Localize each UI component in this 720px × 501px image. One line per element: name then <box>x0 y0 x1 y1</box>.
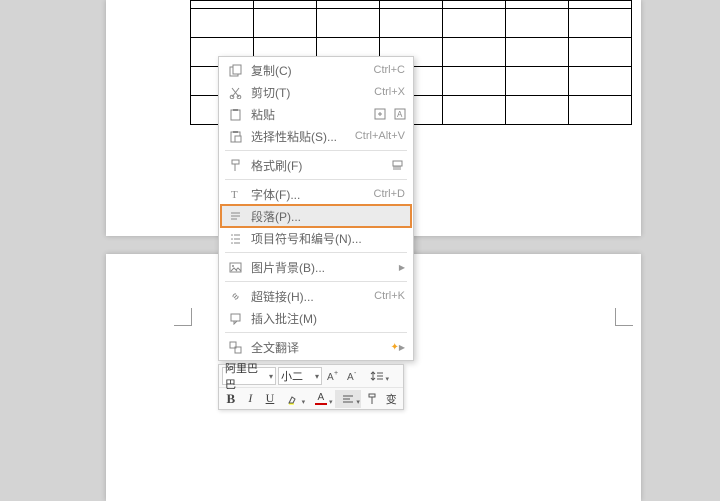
comment-icon <box>227 310 243 326</box>
menu-full-translate[interactable]: 全文翻译 ✦ ▶ <box>221 336 411 358</box>
paragraph-icon <box>227 208 243 224</box>
list-icon <box>227 230 243 246</box>
format-painter-brush-icon <box>389 157 405 173</box>
link-icon <box>227 288 243 304</box>
context-menu: 复制(C) Ctrl+C 剪切(T) Ctrl+X 粘贴 A 选择性粘贴(S).… <box>218 56 414 361</box>
menu-hyperlink[interactable]: 超链接(H)... Ctrl+K <box>221 285 411 307</box>
menu-label: 格式刷(F) <box>251 157 389 174</box>
svg-text:A: A <box>397 110 403 119</box>
menu-insert-comment[interactable]: 插入批注(M) <box>221 307 411 329</box>
menu-paste[interactable]: 粘贴 A <box>221 103 411 125</box>
image-icon <box>227 259 243 275</box>
paste-keep-format-icon[interactable]: A <box>393 107 407 121</box>
menu-format-painter[interactable]: 格式刷(F) <box>221 154 411 176</box>
menu-label: 剪切(T) <box>251 84 374 101</box>
menu-label: 图片背景(B)... <box>251 259 399 276</box>
menu-cut[interactable]: 剪切(T) Ctrl+X <box>221 81 411 103</box>
bold-button[interactable]: B <box>222 390 240 408</box>
decrease-font-button[interactable]: A- <box>344 367 362 385</box>
menu-label: 复制(C) <box>251 62 374 79</box>
svg-text:A: A <box>347 372 354 383</box>
menu-paragraph[interactable]: 段落(P)... <box>221 205 411 227</box>
font-size-select[interactable]: 小二▾ <box>278 367 322 385</box>
menu-label: 段落(P)... <box>251 208 405 225</box>
italic-button[interactable]: I <box>242 390 260 408</box>
menu-label: 超链接(H)... <box>251 288 374 305</box>
format-painter-icon <box>227 157 243 173</box>
crop-mark <box>174 308 192 326</box>
align-button[interactable]: ▾ <box>335 390 360 408</box>
paste-special-icon <box>227 128 243 144</box>
menu-font[interactable]: T 字体(F)... Ctrl+D <box>221 183 411 205</box>
menu-separator <box>225 179 407 180</box>
menu-label: 全文翻译 <box>251 339 390 356</box>
menu-image-background[interactable]: 图片背景(B)... ▶ <box>221 256 411 278</box>
chevron-right-icon: ▶ <box>399 343 405 352</box>
font-size-value: 小二 <box>281 368 303 384</box>
font-name-value: 阿里巴巴 <box>225 360 267 392</box>
menu-separator <box>225 150 407 151</box>
menu-copy[interactable]: 复制(C) Ctrl+C <box>221 59 411 81</box>
menu-label: 插入批注(M) <box>251 310 405 327</box>
line-spacing-button[interactable]: ▾ <box>364 367 390 385</box>
copy-icon <box>227 62 243 78</box>
font-color-button[interactable]: A ▾ <box>308 390 333 408</box>
menu-separator <box>225 281 407 282</box>
menu-shortcut: Ctrl+D <box>374 188 405 200</box>
highlight-button[interactable]: ▾ <box>281 390 306 408</box>
svg-text:+: + <box>334 370 338 377</box>
phonetic-guide-button[interactable]: 变 <box>382 390 400 408</box>
svg-text:-: - <box>354 370 357 377</box>
menu-paste-special[interactable]: 选择性粘贴(S)... Ctrl+Alt+V <box>221 125 411 147</box>
svg-text:T: T <box>231 189 238 201</box>
crop-mark <box>615 308 633 326</box>
menu-label: 字体(F)... <box>251 186 374 203</box>
svg-text:A: A <box>327 372 334 383</box>
menu-label: 项目符号和编号(N)... <box>251 230 405 247</box>
paste-icon <box>227 106 243 122</box>
menu-separator <box>225 332 407 333</box>
font-name-select[interactable]: 阿里巴巴▾ <box>222 367 276 385</box>
menu-shortcut: Ctrl+K <box>374 290 405 302</box>
menu-shortcut: Ctrl+X <box>374 86 405 98</box>
font-icon: T <box>227 186 243 202</box>
menu-shortcut: Ctrl+Alt+V <box>355 130 405 142</box>
menu-bullets-numbering[interactable]: 项目符号和编号(N)... <box>221 227 411 249</box>
cut-icon <box>227 84 243 100</box>
menu-separator <box>225 252 407 253</box>
mini-format-toolbar: 阿里巴巴▾ 小二▾ A+ A- ▾ B I U ▾ A ▾ ▾ <box>218 364 404 410</box>
underline-button[interactable]: U <box>261 390 279 408</box>
paste-text-only-icon[interactable] <box>373 107 387 121</box>
menu-label: 选择性粘贴(S)... <box>251 128 355 145</box>
increase-font-button[interactable]: A+ <box>324 367 342 385</box>
chevron-right-icon: ▶ <box>399 263 405 272</box>
format-painter-button[interactable] <box>363 390 381 408</box>
translate-icon <box>227 339 243 355</box>
menu-shortcut: Ctrl+C <box>374 64 405 76</box>
